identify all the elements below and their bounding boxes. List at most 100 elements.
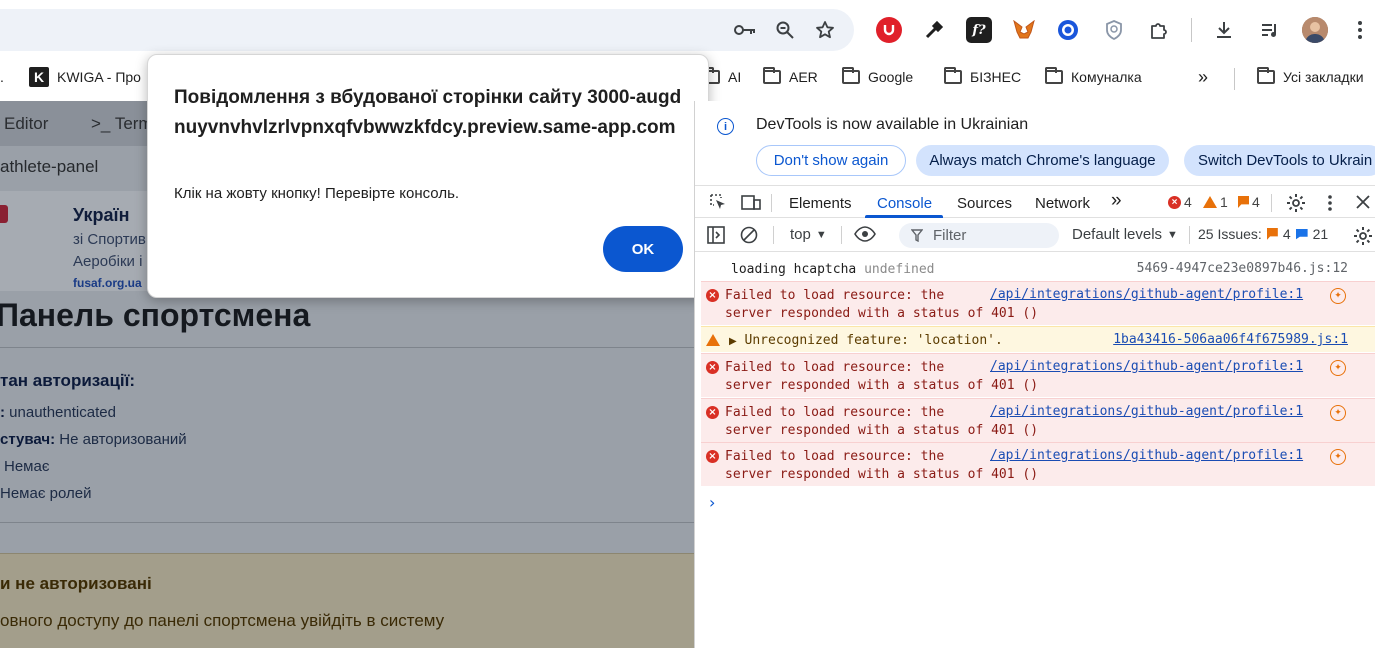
org-name: Україн [73,205,130,225]
tab-network[interactable]: Network [1035,195,1090,212]
source-link[interactable]: 5469-4947ce23e0897b46.js:12 [1137,261,1348,276]
inspect-element-icon[interactable] [709,193,727,215]
profile-avatar[interactable] [1302,17,1328,43]
source-link[interactable]: /api/integrations/github-agent/profile:1 [990,287,1303,302]
devtools-tabbar: Elements Console Sources Network » × 4 1 … [695,187,1375,218]
zoom-icon[interactable] [772,17,798,43]
settings-gear-icon[interactable] [1286,193,1306,217]
customize-menu-icon[interactable] [1327,194,1333,216]
star-icon[interactable] [812,17,838,43]
always-match-language-button[interactable]: Always match Chrome's language [916,145,1169,176]
ai-explain-icon[interactable]: ✦ [1330,449,1346,465]
all-bookmarks-button[interactable]: Усі закладки [1257,67,1364,87]
bookmark-folder-utilities[interactable]: Комуналка [1045,67,1142,87]
kwiga-logo-icon: K [29,67,49,87]
active-tab-indicator [865,215,943,218]
switch-language-button[interactable]: Switch DevTools to Ukrain [1184,145,1375,176]
browser-toolbar: f? [0,0,1375,58]
bookmark-folder-business[interactable]: БІЗНЕС [944,67,1021,87]
device-toolbar-icon[interactable] [741,193,761,215]
bookmark-folder-google[interactable]: Google [842,67,913,87]
error-counter[interactable]: × 4 [1168,194,1192,210]
sidebar-toggle-icon[interactable] [707,226,725,244]
formula-icon[interactable]: f? [966,17,992,43]
close-icon[interactable] [1356,195,1370,213]
org-subtitle: Аеробіки і [73,253,143,270]
issue-flag-icon [1266,228,1278,240]
console-toolbar: top ▼ Filter Default levels ▼ 25 Issues: 4… [695,219,1375,252]
auth-roles-row: Немає ролей [0,485,92,502]
filter-input[interactable]: Filter [899,223,1059,248]
tab-editor[interactable]: Editor [4,114,48,134]
source-link[interactable]: 1ba43416-506aa06f4f675989.js:1 [1113,332,1348,347]
ok-button[interactable]: OK [603,226,683,272]
console-output: loading hcaptcha undefined 5469-4947ce23… [695,253,1375,648]
tab-divider [1271,194,1272,212]
auth-user-row: стувач: Не авторизований [0,431,187,448]
source-link[interactable]: /api/integrations/github-agent/profile:1 [990,448,1303,463]
error-icon: × [706,450,719,463]
bookmark-label: Комуналка [1071,69,1142,85]
tab-sources[interactable]: Sources [957,195,1012,212]
log-levels-dropdown[interactable]: Default levels ▼ [1072,226,1178,243]
bookmark-folder-aer[interactable]: AER [763,67,818,87]
ai-explain-icon[interactable]: ✦ [1330,405,1346,421]
target-icon[interactable] [1055,17,1081,43]
console-message-log: loading hcaptcha undefined 5469-4947ce23… [731,261,1348,277]
dropdown-arrow-icon: ▼ [815,228,827,241]
console-settings-icon[interactable] [1353,226,1373,246]
bookmark-label: KWIGA - Про [57,69,141,85]
expand-arrow-icon[interactable]: ▶ [729,336,737,347]
dialog-title: Повідомлення з вбудованої сторінки сайту… [174,87,682,138]
folder-icon [1257,67,1275,84]
bookmark-truncated[interactable]: . [0,67,4,87]
folder-icon [763,67,781,84]
auth-status-row: : unauthenticated [0,404,116,421]
folder-icon [842,67,860,84]
tab-terminal[interactable]: >_ Term [91,114,153,134]
live-expression-eye-icon[interactable] [854,226,876,242]
more-tabs-button[interactable]: » [1111,190,1122,212]
page-title: Панель спортсмена [0,297,311,333]
tab-elements[interactable]: Elements [789,195,852,212]
download-icon[interactable] [1211,17,1237,43]
media-icon[interactable] [1257,17,1283,43]
shield-icon[interactable] [1101,17,1127,43]
info-icon: i [717,118,734,135]
warning-icon [706,334,720,346]
divider [0,522,694,523]
dont-show-again-button[interactable]: Don't show again [756,145,906,176]
ublock-icon[interactable] [876,17,902,43]
bookmark-kwiga[interactable]: K KWIGA - Про [29,67,141,87]
eyedropper-icon[interactable] [921,17,947,43]
ai-explain-icon[interactable]: ✦ [1330,288,1346,304]
dropdown-arrow-icon: ▼ [1167,228,1178,241]
ai-explain-icon[interactable]: ✦ [1330,360,1346,376]
issue-counter[interactable]: 4 [1238,194,1260,210]
alert-dialog: Повідомлення з вбудованої сторінки сайту… [147,54,709,298]
console-prompt[interactable]: › [709,493,715,512]
source-link[interactable]: /api/integrations/github-agent/profile:1 [990,404,1303,419]
bookmarks-overflow-button[interactable]: » [1198,67,1208,87]
bookmark-label: БІЗНЕС [970,69,1022,85]
tab-console[interactable]: Console [877,195,932,212]
context-selector[interactable]: top ▼ [790,226,827,243]
key-icon[interactable] [732,17,758,43]
toolbar-divider [841,226,842,244]
toolbar-divider [1189,226,1190,244]
warning-counter[interactable]: 1 [1203,194,1228,210]
address-bar[interactable] [0,9,854,51]
toolbar-divider [1191,18,1192,42]
toolbar-divider [773,226,774,244]
puzzle-icon[interactable] [1146,17,1172,43]
alert-text: овного доступу до панелі спортсмена увій… [0,611,445,630]
source-link[interactable]: /api/integrations/github-agent/profile:1 [990,359,1303,374]
auth-status-heading: тан авторизації: [0,371,136,390]
issues-button[interactable]: 25 Issues: 4 21 [1198,226,1328,242]
metamask-icon[interactable] [1011,17,1037,43]
bookmark-label: Google [868,69,914,85]
menu-icon[interactable] [1347,17,1373,43]
org-website-link[interactable]: fusaf.org.ua [73,276,142,290]
path-text: athlete-panel [0,157,99,176]
clear-console-icon[interactable] [740,226,758,244]
